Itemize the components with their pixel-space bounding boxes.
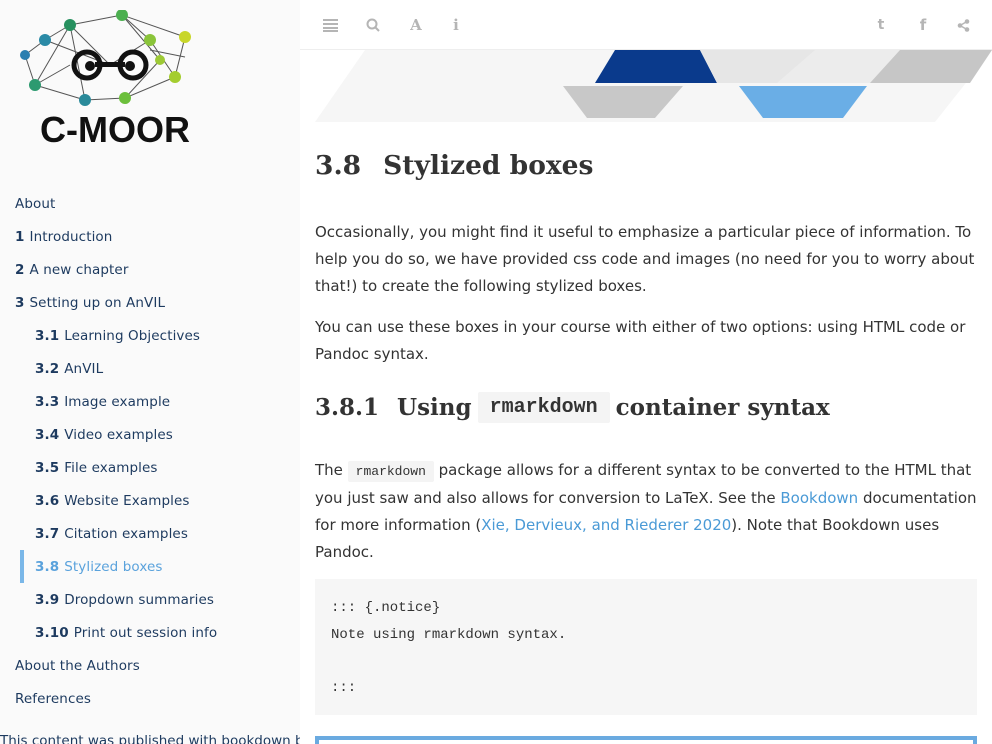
toolbar: A i t f [300,0,992,50]
toc-number: 2 [15,261,25,278]
info-icon[interactable]: i [445,14,467,36]
toc-item[interactable]: 3.8 Stylized boxes [20,550,300,583]
toc-label: Print out session info [73,624,218,641]
search-icon[interactable] [362,14,384,36]
network-logo-icon: C-MOOR [20,9,191,150]
toc-label: Stylized boxes [64,558,163,575]
toc-label: About [15,195,56,212]
toc-link[interactable]: 3.9 Dropdown summaries [35,592,214,608]
toc-item[interactable]: 3.7 Citation examples [0,517,300,550]
toc-item[interactable]: 2A new chapter [0,253,300,286]
toc-label: Learning Objectives [64,327,201,344]
toc-label: Website Examples [64,492,190,509]
toc-label: AnVIL [64,360,104,377]
toc-label: Video examples [64,426,173,443]
toc-link[interactable]: 3.1 Learning Objectives [35,328,200,344]
section-title: 3.8 Stylized boxes [315,150,593,181]
toc-number: 3.4 [35,426,60,443]
toc-item[interactable]: References [0,682,300,715]
toc-number: 1 [15,228,25,245]
toc-link[interactable]: 3.5 File examples [35,460,158,476]
toc-label: Dropdown summaries [64,591,215,608]
toc-link[interactable]: 3.4 Video examples [35,427,173,443]
subsection-number: 3.8.1 [315,394,380,421]
toggle-sidebar-icon[interactable] [319,14,341,36]
options-paragraph: You can use these boxes in your course w… [315,318,966,363]
svg-text:C-MOOR: C-MOOR [40,109,190,150]
toc-item[interactable]: 3.6 Website Examples [0,484,300,517]
para-text: The [315,461,348,479]
sidebar: C-MOOR About 1 Introduction 2 A new chapter 3… [0,0,300,744]
code-block[interactable]: ::: {.notice} Note using rmarkdown synta… [315,579,977,715]
subsection-text-before: Using [397,394,472,421]
toc-label: About the Authors [15,657,140,674]
toc-link[interactable]: 3.7 Citation examples [35,526,188,542]
toc-link[interactable]: About [15,196,55,212]
toc-label: Introduction [29,228,113,245]
c-moor-logo[interactable]: C-MOOR [15,9,215,155]
header-banner [315,50,992,122]
toc-link[interactable]: 3.3 Image example [35,394,170,410]
toc-number: 3.7 [35,525,60,542]
toc-number: 3.6 [35,492,60,509]
section-number: 3.8 [315,150,362,181]
toc-number: 3.10 [35,624,69,641]
section-title-text: Stylized boxes [383,150,594,181]
toc-number: 3.1 [35,327,60,344]
toc-label: File examples [64,459,158,476]
toc-link[interactable]: 3.8 Stylized boxes [35,559,163,575]
toc-label: Citation examples [64,525,188,542]
citation-link[interactable]: Xie, Dervieux, and Riederer 2020 [481,516,731,534]
toc-number: 3.9 [35,591,60,608]
toc-item[interactable]: 3.4 Video examples [0,418,300,451]
toc-label: Setting up on AnVIL [29,294,166,311]
toc-link[interactable]: 3.2 AnVIL [35,361,103,377]
rmarkdown-paragraph: The rmarkdown package allows for a diffe… [315,457,977,566]
toc-item[interactable]: About the Authors [0,649,300,682]
toc-number: 3.3 [35,393,60,410]
toc-link[interactable]: 3.6 Website Examples [35,493,190,509]
toc-item[interactable]: 3 Setting up on AnVIL [0,286,300,319]
subsection-text-after: container syntax [615,394,830,421]
bookdown-link[interactable]: Bookdown [780,489,858,507]
published-note: This content was published with bookdown… [0,733,300,744]
toc-item[interactable]: 3.2 AnVIL [0,352,300,385]
toc-item[interactable]: About [0,187,300,220]
table-of-contents: About 1 Introduction 2 A new chapter 3 Setting… [0,187,300,715]
notice-box [315,736,977,744]
toc-item[interactable]: 3.5 File examples [0,451,300,484]
share-icon[interactable] [952,14,974,36]
subsection-code: rmarkdown [477,392,610,423]
toc-item[interactable]: 3.9 Dropdown summaries [0,583,300,616]
toc-number: 3 [15,294,25,311]
inline-code: rmarkdown [347,461,434,482]
toc-link[interactable]: 3.10 Print out session info [35,625,217,641]
intro-paragraph: Occasionally, you might find it useful t… [315,223,975,295]
toc-label: References [15,690,92,707]
toc-link[interactable]: 1 Introduction [15,229,112,245]
toc-link[interactable]: About the Authors [15,658,140,674]
toc-item[interactable]: 3.1 Learning Objectives [0,319,300,352]
toc-link[interactable]: References [15,691,91,707]
toc-number: 3.5 [35,459,60,476]
toc-label: A new chapter [29,261,129,278]
toc-item[interactable]: 1 Introduction [0,220,300,253]
subsection-title: 3.8.1 Using rmarkdown container syntax [315,392,830,423]
toc-label: Image example [64,393,171,410]
toc-number: 3.2 [35,360,60,377]
toc-item[interactable]: 3.3 Image example [0,385,300,418]
twitter-icon[interactable]: t [870,14,892,36]
toc-number: 3.8 [35,558,60,575]
facebook-icon[interactable]: f [912,14,934,36]
toc-link[interactable]: 2A new chapter [15,262,129,278]
toc-link[interactable]: 3 Setting up on AnVIL [15,295,165,311]
font-settings-icon[interactable]: A [405,14,427,36]
toc-item[interactable]: 3.10 Print out session info [0,616,300,649]
